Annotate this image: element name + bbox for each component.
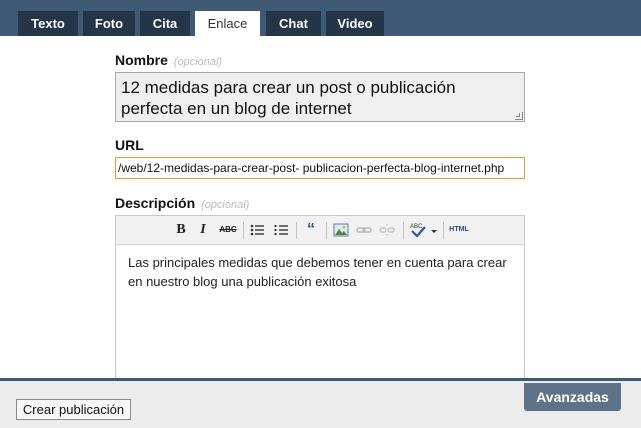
editor-toolbar: B I ABC “ ABC HTML — [116, 216, 524, 245]
tab-texto[interactable]: Texto — [18, 11, 78, 36]
svg-text:ABC: ABC — [410, 224, 423, 230]
description-label: Descripción (opcional) — [115, 195, 249, 211]
description-editor: B I ABC “ ABC HTML Las principales medid… — [115, 215, 525, 391]
name-label: Nombre (opcional) — [115, 52, 222, 68]
description-field-value: Las principales medidas que debemos tene… — [128, 255, 507, 289]
tab-chat[interactable]: Chat — [266, 11, 321, 36]
description-optional-hint: (opcional) — [201, 199, 250, 211]
unlink-icon[interactable] — [379, 222, 395, 238]
toolbar-separator — [443, 222, 444, 239]
tab-cita[interactable]: Cita — [140, 11, 190, 36]
numbered-list-icon[interactable] — [273, 222, 289, 238]
tab-video[interactable]: Video — [326, 11, 384, 36]
toolbar-separator — [326, 222, 327, 239]
toolbar-separator — [403, 222, 404, 239]
url-field[interactable]: /web/12-medidas-para-crear-post- publica… — [115, 157, 525, 179]
link-icon[interactable] — [356, 222, 372, 238]
description-field[interactable]: Las principales medidas que debemos tene… — [116, 245, 524, 299]
italic-icon[interactable]: I — [195, 222, 211, 238]
tab-foto[interactable]: Foto — [83, 11, 135, 36]
name-optional-hint: (opcional) — [173, 56, 223, 68]
spellcheck-icon[interactable]: ABC — [410, 222, 440, 238]
name-field[interactable]: 12 medidas para crear un post o publicac… — [115, 72, 525, 122]
url-label: URL — [115, 137, 144, 153]
form-footer: Crear publicación Avanzadas — [0, 378, 641, 428]
post-type-tab-bar: Texto Foto Cita Enlace Chat Video — [0, 0, 641, 36]
strikethrough-icon[interactable]: ABC — [217, 222, 239, 238]
name-label-text: Nombre — [115, 52, 168, 68]
advanced-options-tab[interactable]: Avanzadas — [524, 383, 621, 411]
bold-icon[interactable]: B — [173, 222, 189, 238]
bullet-list-icon[interactable] — [249, 222, 265, 238]
toolbar-separator — [296, 222, 297, 239]
toolbar-separator — [243, 222, 244, 239]
image-icon[interactable] — [333, 222, 349, 238]
html-icon[interactable]: HTML — [447, 222, 471, 238]
url-field-value: /web/12-medidas-para-crear-post- publica… — [118, 161, 505, 175]
link-post-form: Nombre (opcional) 12 medidas para crear … — [0, 36, 641, 391]
create-post-button[interactable]: Crear publicación — [16, 399, 131, 420]
name-field-value: 12 medidas para crear un post o publicac… — [121, 78, 456, 118]
resize-grip-icon[interactable] — [515, 112, 523, 120]
tab-enlace[interactable]: Enlace — [195, 11, 260, 36]
description-label-text: Descripción — [115, 195, 196, 211]
quote-icon[interactable]: “ — [303, 222, 319, 238]
